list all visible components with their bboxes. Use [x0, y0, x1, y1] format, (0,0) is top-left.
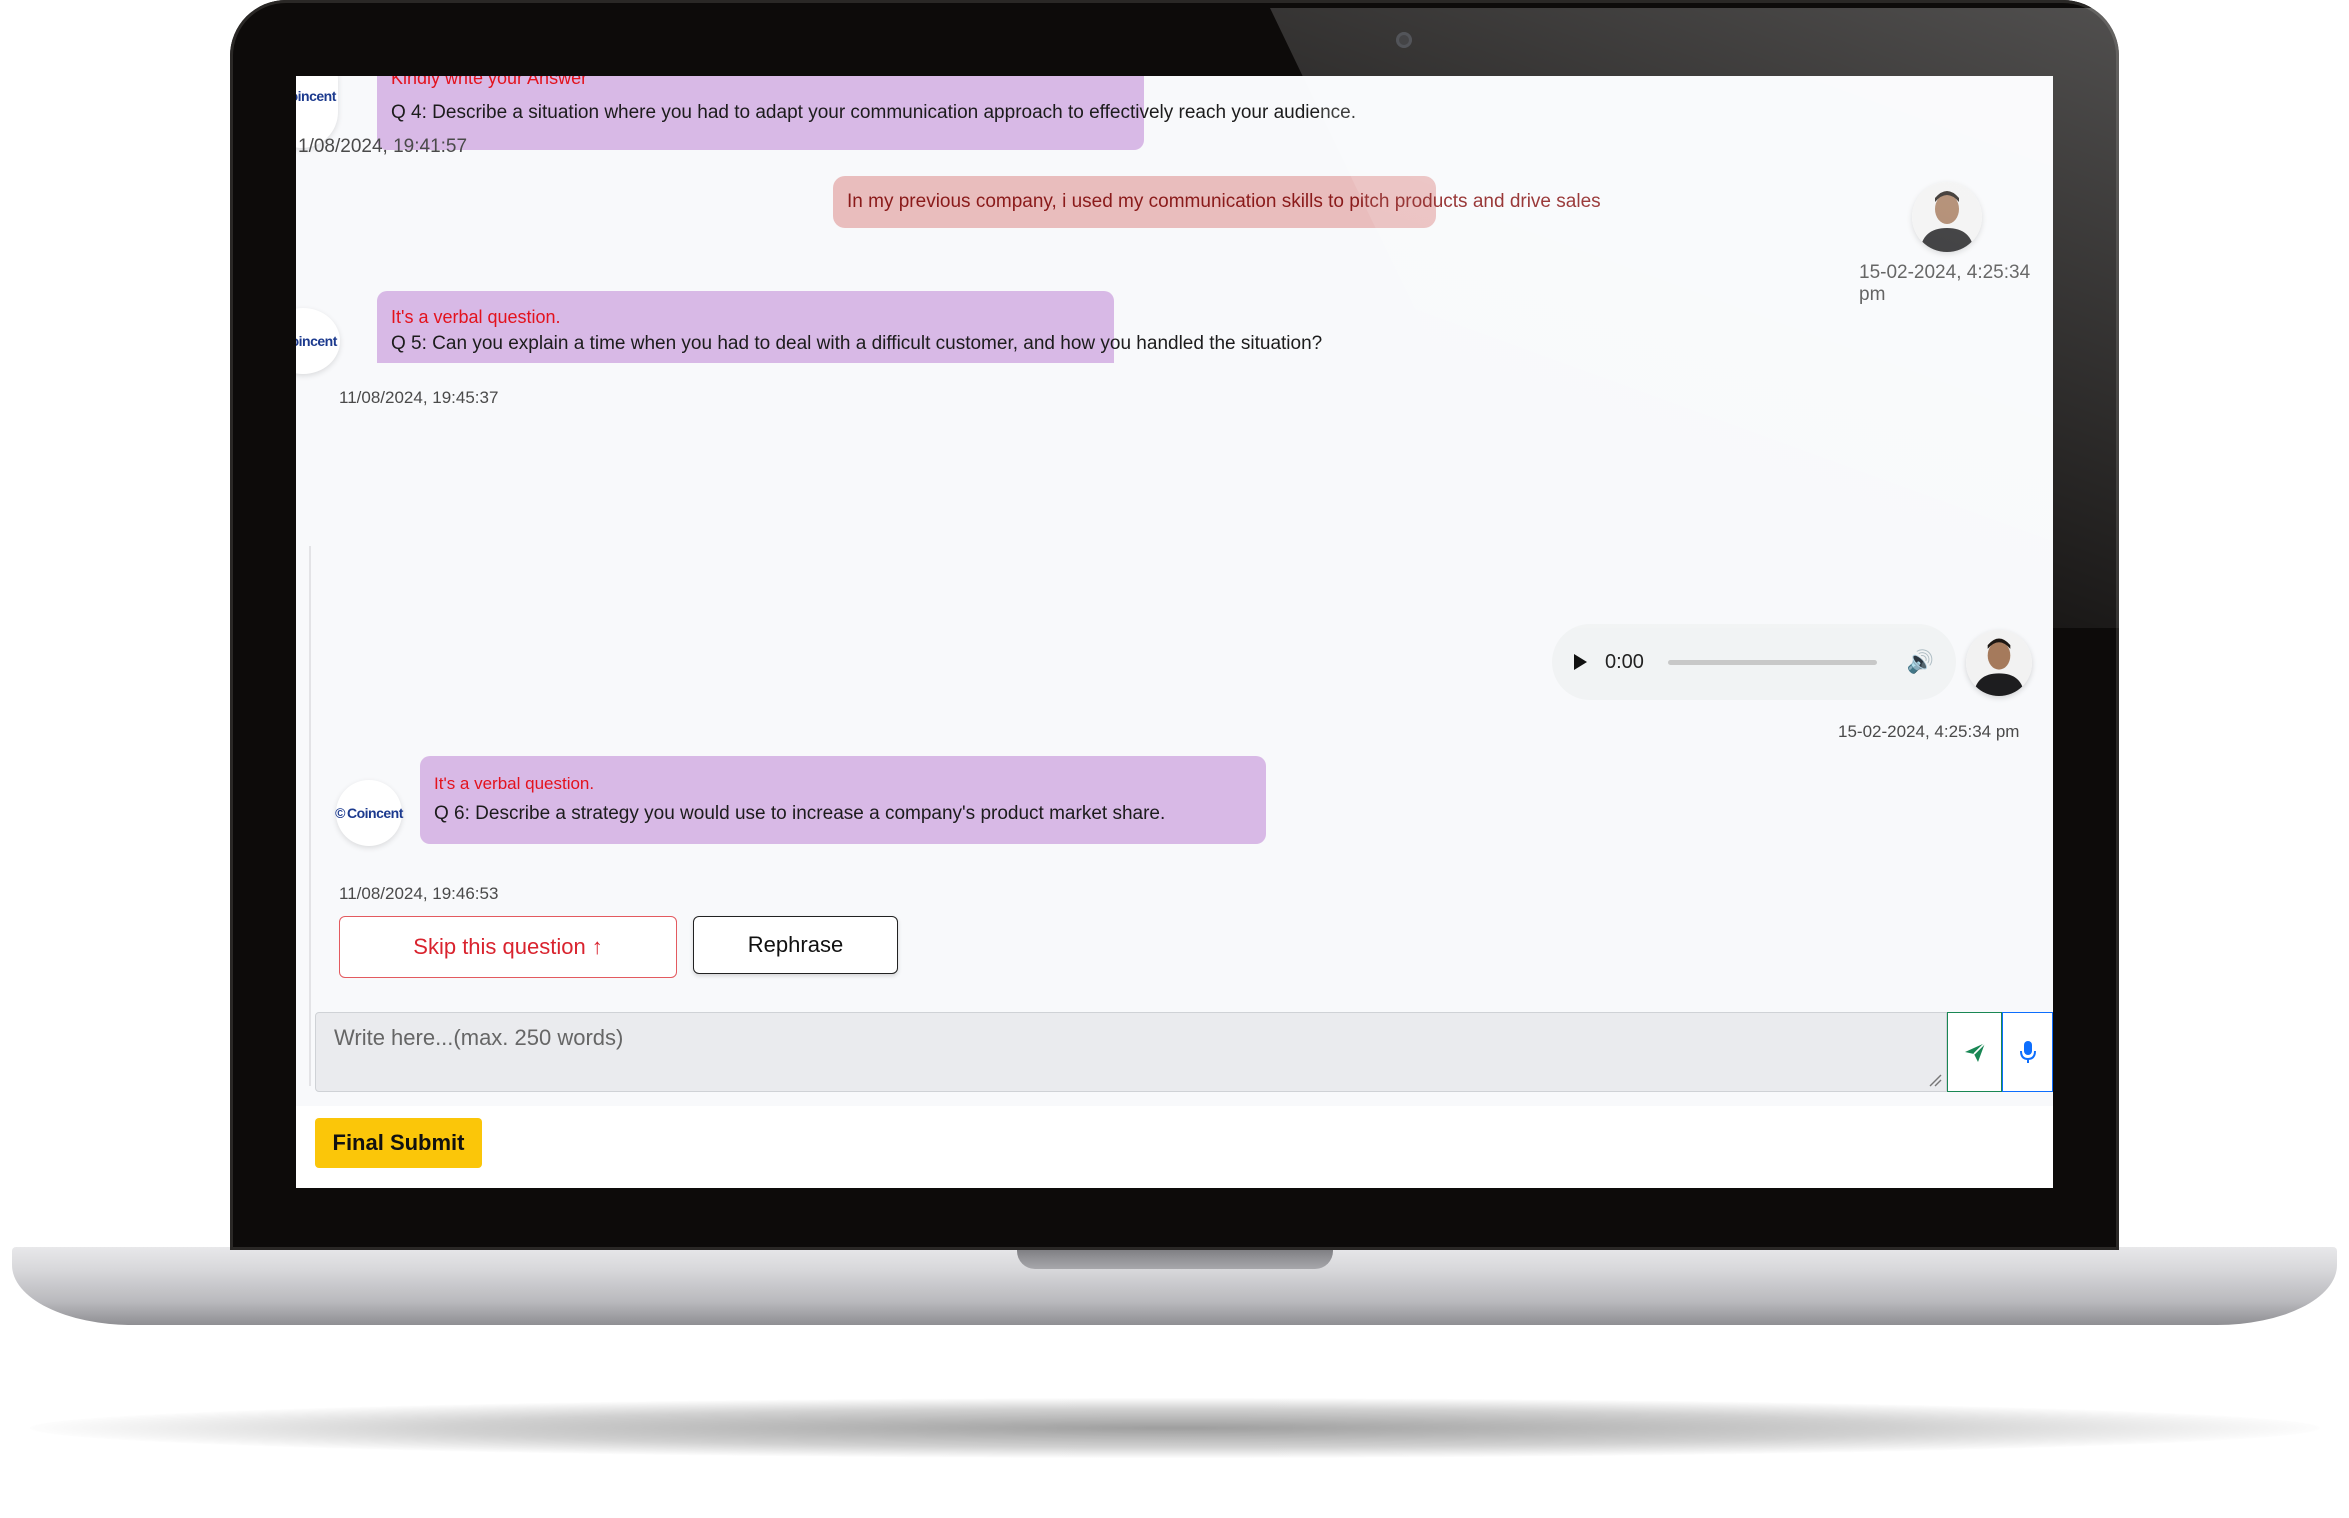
laptop-shadow [30, 1398, 2320, 1458]
question-bubble-q6: It's a verbal question. Q 6: Describe a … [420, 756, 1266, 844]
audio-time: 0:00 [1605, 650, 1644, 673]
logo-ring-icon: © [335, 805, 345, 821]
rephrase-button[interactable]: Rephrase [693, 916, 898, 974]
arrow-up-icon: ↑ [591, 934, 603, 959]
camera [1396, 32, 1412, 48]
resize-handle-icon[interactable] [1928, 1073, 1942, 1087]
footer-bar [296, 1106, 2053, 1188]
volume-icon[interactable]: 🔊 [1907, 649, 1934, 675]
play-icon[interactable] [1574, 654, 1587, 670]
person-icon [1966, 630, 2032, 696]
timestamp: 11/08/2024, 19:46:53 [339, 884, 499, 903]
send-icon [1964, 1042, 1986, 1062]
answer-textarea[interactable]: Write here...(max. 250 words) [315, 1012, 1947, 1092]
user-avatar [1912, 182, 1982, 252]
skip-button-label: Skip this question [413, 934, 586, 959]
send-button[interactable] [1947, 1012, 2002, 1092]
chat-screen: ©Coincent Kindly write your Answer Q 4: … [296, 76, 2053, 1188]
question-text: Q 5: Can you explain a time when you had… [391, 333, 1323, 354]
coincent-logo-avatar: ©Coincent [296, 308, 340, 374]
user-avatar [1966, 630, 2032, 696]
thread-divider [309, 546, 311, 1086]
mic-icon [2019, 1041, 2036, 1063]
question-bubble-q5: It's a verbal question. Q 5: Can you exp… [377, 291, 1323, 363]
question-hint: Kindly write your Answer [391, 76, 588, 88]
answer-bubble-a4: In my previous company, i used my commun… [833, 176, 1601, 228]
audio-player[interactable]: 0:00 🔊 [1552, 624, 1956, 700]
timestamp: 1/08/2024, 19:41:57 [298, 136, 468, 157]
question-bubble-q4: Kindly write your Answer Q 4: Describe a… [377, 76, 1356, 150]
skip-question-button[interactable]: Skip this question ↑ [339, 916, 677, 978]
question-hint: It's a verbal question. [391, 307, 561, 327]
question-hint: It's a verbal question. [434, 774, 595, 793]
question-text: Q 6: Describe a strategy you would use t… [434, 803, 1166, 824]
question-text: Q 4: Describe a situation where you had … [391, 102, 1356, 123]
person-icon [1912, 182, 1982, 252]
audio-progress-slider[interactable] [1667, 659, 1877, 665]
final-submit-button[interactable]: Final Submit [315, 1118, 482, 1168]
mic-button[interactable] [2002, 1012, 2053, 1092]
answer-placeholder: Write here...(max. 250 words) [334, 1025, 624, 1050]
laptop-notch [1017, 1247, 1333, 1269]
coincent-logo-avatar: ©Coincent [335, 780, 403, 846]
timestamp: 11/08/2024, 19:45:37 [339, 388, 499, 407]
timestamp: 15-02-2024, 4:25:34 pm [1838, 722, 2020, 741]
timestamp: 15-02-2024, 4:25:34 pm [1859, 262, 2031, 305]
